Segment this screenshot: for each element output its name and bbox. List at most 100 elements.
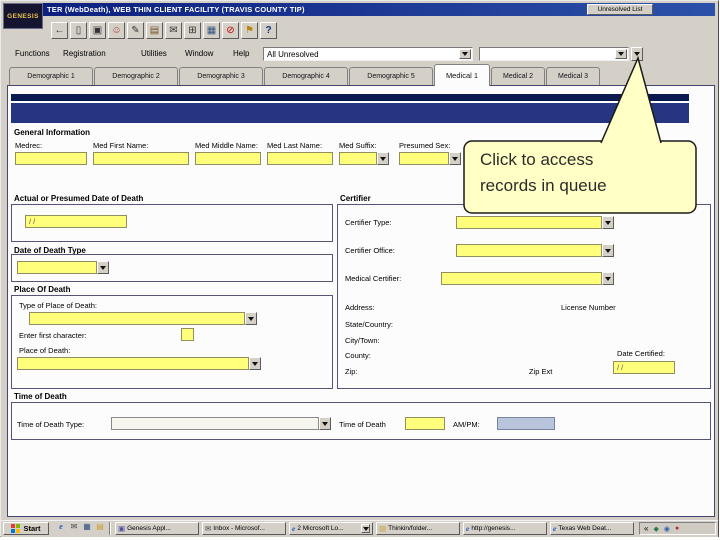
network-icon[interactable]: ◆: [653, 525, 658, 533]
folder-icon: ▤: [379, 524, 387, 533]
menu-help[interactable]: Help: [233, 49, 249, 58]
chevron-down-icon[interactable]: [245, 312, 257, 325]
zip-ext-label: Zip Ext: [529, 367, 553, 376]
taskbar-task-inbox[interactable]: ✉ Inbox - Microsof...: [202, 522, 286, 535]
new-document-icon[interactable]: ▯: [70, 22, 87, 39]
date-of-death-group-title: Actual or Presumed Date of Death: [14, 194, 144, 203]
tab-demographic-4[interactable]: Demographic 4: [264, 67, 348, 85]
medrec-label: Medrec:: [15, 141, 43, 150]
callout-text: Click to access records in queue: [480, 147, 607, 199]
ampm-field[interactable]: [497, 417, 555, 430]
med-middle-name-field[interactable]: [195, 152, 261, 165]
callout-line-1: Click to access: [480, 150, 594, 169]
copy-icon[interactable]: ▣: [89, 22, 106, 39]
flag-icon[interactable]: ⚑: [241, 22, 258, 39]
queue-filter-value: All Unresolved: [267, 50, 319, 59]
medical-certifier-field[interactable]: [441, 272, 602, 285]
mail-icon[interactable]: ✉: [68, 522, 80, 535]
certifier-office-field[interactable]: [456, 244, 602, 257]
taskbar-task-genesis[interactable]: ▣ Genesis Appl...: [115, 522, 199, 535]
task-label: Inbox - Microsof...: [213, 525, 265, 532]
person-icon[interactable]: ☺: [108, 22, 125, 39]
medrec-field[interactable]: [15, 152, 87, 165]
presumed-sex-field[interactable]: [399, 152, 449, 165]
window-title: TER (WebDeath), WEB THIN CLIENT FACILITY…: [47, 5, 305, 14]
volume-icon[interactable]: ◉: [664, 525, 670, 533]
license-number-label: License Number: [561, 303, 616, 312]
first-character-label: Enter first character:: [19, 331, 87, 340]
certifier-group-title: Certifier: [340, 194, 371, 203]
collapse-chevron-icon[interactable]: «: [644, 524, 648, 533]
chevron-down-icon[interactable]: [602, 272, 614, 285]
type-of-place-field[interactable]: [29, 312, 245, 325]
med-suffix-field[interactable]: [339, 152, 377, 165]
time-of-death-type-field[interactable]: [111, 417, 319, 430]
chart-icon[interactable]: ▦: [203, 22, 220, 39]
date-of-death-type-field[interactable]: [17, 261, 97, 274]
tab-demographic-1[interactable]: Demographic 1: [9, 67, 93, 85]
chevron-down-icon[interactable]: [361, 524, 370, 533]
ampm-label: AM/PM:: [453, 420, 480, 429]
menu-window[interactable]: Window: [185, 49, 213, 58]
windows-logo-icon: [11, 524, 21, 533]
medical-certifier-label: Medical Certifier:: [345, 274, 402, 283]
city-town-label: City/Town:: [345, 336, 380, 345]
clock-icon[interactable]: ●: [675, 525, 679, 532]
task-label: Genesis Appl...: [127, 525, 171, 532]
taskbar-divider: [109, 522, 111, 535]
date-certified-label: Date Certified:: [617, 349, 665, 358]
mail-icon[interactable]: ✉: [165, 22, 182, 39]
queue-filter-combobox[interactable]: All Unresolved: [263, 47, 473, 61]
chevron-down-icon[interactable]: [602, 244, 614, 257]
chevron-down-icon[interactable]: [97, 261, 109, 274]
mail-icon: ✉: [205, 524, 212, 533]
taskbar-task-genesis-web[interactable]: e http://genesis...: [463, 522, 547, 535]
med-last-name-field[interactable]: [267, 152, 333, 165]
county-label: County:: [345, 351, 371, 360]
tab-demographic-2[interactable]: Demographic 2: [94, 67, 178, 85]
help-icon[interactable]: ?: [260, 22, 277, 39]
time-of-death-group-title: Time of Death: [14, 392, 67, 401]
folder-icon[interactable]: ▤: [94, 522, 106, 535]
date-certified-field[interactable]: / /: [613, 361, 675, 374]
menu-utilities[interactable]: Utilities: [141, 49, 167, 58]
state-country-label: State/Country:: [345, 320, 393, 329]
zip-label: Zip:: [345, 367, 358, 376]
unresolved-list-button[interactable]: Unresolved List: [587, 4, 653, 15]
calculator-icon[interactable]: ⊞: [184, 22, 201, 39]
time-of-death-field[interactable]: [405, 417, 445, 430]
chevron-down-icon[interactable]: [249, 357, 261, 370]
address-label: Address:: [345, 303, 375, 312]
taskbar-task-texas-web[interactable]: e Texas Web Deat...: [550, 522, 634, 535]
type-of-place-label: Type of Place of Death:: [19, 301, 97, 310]
edit-icon[interactable]: ✎: [127, 22, 144, 39]
chevron-down-icon[interactable]: [319, 417, 331, 430]
place-of-death-group-title: Place Of Death: [14, 285, 71, 294]
books-icon[interactable]: ▤: [146, 22, 163, 39]
tab-demographic-3[interactable]: Demographic 3: [179, 67, 263, 85]
ie-icon[interactable]: e: [55, 522, 67, 535]
genesis-logo-text: GENESIS: [7, 12, 39, 20]
place-of-death-field[interactable]: [17, 357, 249, 370]
desktop-icon[interactable]: ▦: [81, 522, 93, 535]
app-icon: ▣: [118, 524, 126, 533]
start-button[interactable]: Start: [3, 522, 49, 535]
place-of-death-label: Place of Death:: [19, 346, 71, 355]
med-middle-name-label: Med Middle Name:: [195, 141, 258, 150]
date-of-death-field[interactable]: / /: [25, 215, 127, 228]
block-icon[interactable]: ⊘: [222, 22, 239, 39]
general-information-title: General Information: [14, 128, 91, 137]
task-label: http://genesis...: [471, 525, 516, 532]
back-icon[interactable]: ←: [51, 22, 68, 39]
genesis-logo: GENESIS: [3, 3, 43, 29]
med-first-name-field[interactable]: [93, 152, 189, 165]
ie-icon: e: [466, 524, 470, 533]
task-label: Texas Web Deat...: [558, 525, 612, 532]
taskbar-task-microsoft-group[interactable]: e 2 Microsoft Lo...: [289, 522, 373, 535]
first-character-field[interactable]: [181, 328, 194, 341]
taskbar-task-folder[interactable]: ▤ Thinkin/folder...: [376, 522, 460, 535]
tab-demographic-5[interactable]: Demographic 5: [349, 67, 433, 85]
menu-functions[interactable]: Functions: [15, 49, 50, 58]
menu-registration[interactable]: Registration: [63, 49, 106, 58]
chevron-down-icon[interactable]: [377, 152, 389, 165]
